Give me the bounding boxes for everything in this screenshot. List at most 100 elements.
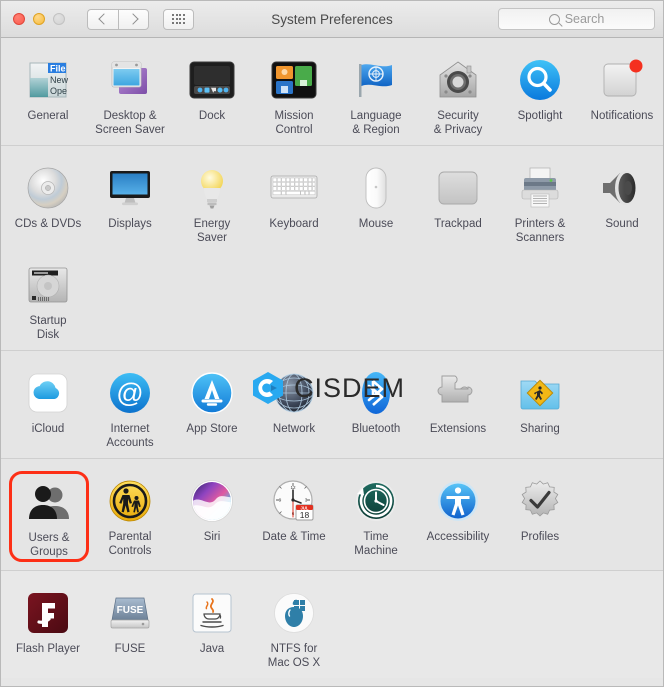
keyboard-icon <box>270 164 318 212</box>
close-button-icon[interactable] <box>13 13 25 25</box>
pref-pane-extensions[interactable]: Extensions <box>417 363 499 450</box>
pref-pane-ntfs-for-mac[interactable]: NTFS for Mac OS X <box>253 583 335 670</box>
pane-label: App Store <box>186 423 238 435</box>
pane-label: Startup Disk <box>29 315 67 341</box>
pref-pane-siri[interactable]: Siri <box>171 471 253 562</box>
users-groups-icon <box>25 478 73 526</box>
desktop-screensaver-icon <box>106 56 154 104</box>
pref-pane-date-time[interactable]: 123 69 JUL 18 Dat <box>253 471 335 562</box>
pref-pane-time-machine[interactable]: Time Machine <box>335 471 417 562</box>
search-placeholder: Search <box>564 12 605 26</box>
pane-row: File New Ope General Desktop & Screen Sa… <box>1 46 663 143</box>
pref-pane-sound[interactable]: Sound <box>581 158 663 245</box>
pref-pane-displays[interactable]: Displays <box>89 158 171 245</box>
pref-pane-app-store[interactable]: App Store <box>171 363 253 450</box>
pref-pane-notifications[interactable]: Notifications <box>581 50 663 137</box>
sound-icon <box>598 164 646 212</box>
pane-row: Users & Groups Parental Controls Siri 12… <box>1 467 663 568</box>
pane-label: Network <box>272 423 316 435</box>
pref-pane-accessibility[interactable]: Accessibility <box>417 471 499 562</box>
pref-pane-mouse[interactable]: Mouse <box>335 158 417 245</box>
pane-label: Desktop & Screen Saver <box>95 110 165 136</box>
pane-label: Trackpad <box>434 218 482 230</box>
pref-pane-java[interactable]: Java <box>171 583 253 670</box>
pane-label: Users & Groups <box>28 532 70 558</box>
pane-row: Flash Player FUSE FUSE Java NTFS for Mac… <box>1 579 663 676</box>
system-preferences-window: System Preferences Search File New Ope G… <box>0 0 664 687</box>
pref-pane-dock[interactable]: Dock <box>171 50 253 137</box>
svg-text:@: @ <box>116 378 143 408</box>
pref-pane-icloud[interactable]: iCloud <box>7 363 89 450</box>
pref-pane-general[interactable]: File New Ope General <box>7 50 89 137</box>
pane-label: Bluetooth <box>351 423 401 435</box>
pref-pane-language-region[interactable]: Language & Region <box>335 50 417 137</box>
pref-pane-profiles[interactable]: Profiles <box>499 471 581 562</box>
pref-pane-trackpad[interactable]: Trackpad <box>417 158 499 245</box>
show-all-button[interactable] <box>163 8 194 30</box>
svg-text:3: 3 <box>305 498 308 503</box>
minimize-button-icon[interactable] <box>33 13 45 25</box>
icloud-icon <box>24 369 72 417</box>
pref-pane-energy-saver[interactable]: Energy Saver <box>171 158 253 245</box>
pane-label: Keyboard <box>269 218 319 230</box>
pane-label: Notifications <box>590 110 654 122</box>
flash-player-icon <box>24 589 72 637</box>
pane-row: CDs & DVDs Displays Energy Saver Keyboar… <box>1 154 663 251</box>
siri-icon <box>188 477 236 525</box>
mission-control-icon <box>270 56 318 104</box>
traffic-lights <box>13 13 65 25</box>
pane-label: Accessibility <box>426 531 490 543</box>
pref-pane-bluetooth[interactable]: Bluetooth <box>335 363 417 450</box>
pane-label: Security & Privacy <box>433 110 483 136</box>
pref-pane-flash-player[interactable]: Flash Player <box>7 583 89 670</box>
back-button[interactable] <box>87 8 118 30</box>
startup-disk-icon <box>24 261 72 309</box>
section-other: Flash Player FUSE FUSE Java NTFS for Mac… <box>1 570 663 678</box>
time-machine-icon <box>352 477 400 525</box>
date-icon-day: 18 <box>300 510 310 520</box>
energy-saver-icon <box>188 164 236 212</box>
pane-label: Siri <box>203 531 221 543</box>
pref-pane-printers-scanners[interactable]: Printers & Scanners <box>499 158 581 245</box>
window-titlebar: System Preferences Search <box>1 1 663 38</box>
pane-label: Language & Region <box>350 110 402 136</box>
spotlight-icon <box>516 56 564 104</box>
search-input[interactable]: Search <box>498 8 655 30</box>
forward-button[interactable] <box>118 8 149 30</box>
pref-pane-security-privacy[interactable]: Security & Privacy <box>417 50 499 137</box>
parental-controls-icon <box>106 477 154 525</box>
accessibility-icon <box>434 477 482 525</box>
pref-pane-network[interactable]: Network <box>253 363 335 450</box>
network-icon <box>270 369 318 417</box>
section-internet-wireless: iCloud @ Internet Accounts App Store Net… <box>1 350 663 458</box>
chevron-left-icon <box>98 13 110 25</box>
pref-pane-fuse[interactable]: FUSE FUSE <box>89 583 171 670</box>
pref-pane-desktop-screen-saver[interactable]: Desktop & Screen Saver <box>89 50 171 137</box>
pref-pane-keyboard[interactable]: Keyboard <box>253 158 335 245</box>
pref-pane-sharing[interactable]: Sharing <box>499 363 581 450</box>
navigation-buttons <box>87 8 149 30</box>
pane-label: iCloud <box>31 423 65 435</box>
pref-pane-parental-controls[interactable]: Parental Controls <box>89 471 171 562</box>
pane-label: Displays <box>108 218 152 230</box>
pref-pane-internet-accounts[interactable]: @ Internet Accounts <box>89 363 171 450</box>
dock-icon <box>188 56 236 104</box>
svg-text:New: New <box>50 75 69 85</box>
svg-text:File: File <box>50 64 66 74</box>
app-store-icon <box>188 369 236 417</box>
pref-pane-spotlight[interactable]: Spotlight <box>499 50 581 137</box>
pref-pane-users-groups[interactable]: Users & Groups <box>9 471 89 562</box>
pref-pane-cds-dvds[interactable]: CDs & DVDs <box>7 158 89 245</box>
mouse-icon <box>352 164 400 212</box>
pane-label: Spotlight <box>517 110 563 122</box>
pane-label: Date & Time <box>262 531 326 543</box>
zoom-button-icon[interactable] <box>53 13 65 25</box>
extensions-icon <box>434 369 482 417</box>
pane-label: Mission Control <box>274 110 314 136</box>
java-icon <box>188 589 236 637</box>
pref-pane-startup-disk[interactable]: Startup Disk <box>7 255 89 342</box>
pref-pane-mission-control[interactable]: Mission Control <box>253 50 335 137</box>
pane-label: Flash Player <box>16 643 80 655</box>
general-icon: File New Ope <box>24 56 72 104</box>
pane-label: FUSE <box>114 643 146 655</box>
